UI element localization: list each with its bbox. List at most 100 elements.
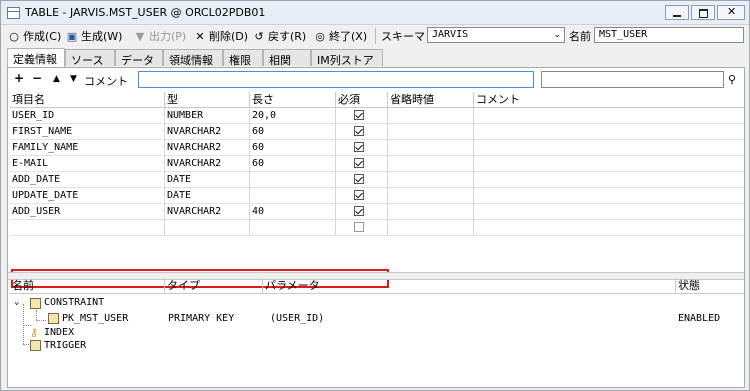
- cell-comment[interactable]: [474, 108, 744, 124]
- move-up-button[interactable]: ▲: [53, 74, 60, 84]
- binoculars-icon[interactable]: ⚲: [728, 73, 736, 86]
- tree-header-name[interactable]: 名前: [10, 278, 165, 294]
- col-header-name[interactable]: 項目名: [10, 92, 165, 108]
- cell-type[interactable]: NVARCHAR2: [165, 140, 250, 156]
- cell-default[interactable]: [388, 156, 474, 172]
- cell-default[interactable]: [388, 172, 474, 188]
- col-header-type[interactable]: 型: [165, 92, 250, 108]
- close-button[interactable]: ✕: [717, 5, 745, 20]
- comment-input[interactable]: [138, 71, 534, 88]
- cell-type[interactable]: [165, 220, 250, 236]
- add-column-button[interactable]: +: [14, 71, 24, 85]
- tab-source[interactable]: ソース: [65, 49, 115, 67]
- col-header-length[interactable]: 長さ: [250, 92, 336, 108]
- cell-type[interactable]: NUMBER: [165, 108, 250, 124]
- tab-correlation[interactable]: 相関: [263, 49, 311, 67]
- cell-length[interactable]: 60: [250, 124, 336, 140]
- cell-name[interactable]: ADD_DATE: [10, 172, 165, 188]
- tree-header-status[interactable]: 状態: [676, 278, 744, 294]
- up-arrow-icon: ▲: [53, 74, 60, 84]
- schema-select[interactable]: JARVIS ⌄: [427, 27, 565, 43]
- constraint-root-label[interactable]: CONSTRAINT: [44, 297, 104, 308]
- search-input[interactable]: [541, 71, 724, 88]
- cell-default[interactable]: [388, 140, 474, 156]
- cell-name[interactable]: [10, 220, 165, 236]
- cell-required: [336, 156, 388, 172]
- col-header-comment[interactable]: コメント: [474, 92, 744, 108]
- generate-button[interactable]: ▣ 生成(W): [65, 28, 123, 44]
- tree-header-params[interactable]: パラメータ: [263, 278, 676, 294]
- window-title: TABLE - JARVIS.MST_USER @ ORCL02PDB01: [25, 6, 266, 19]
- tab-data[interactable]: データ: [115, 49, 163, 67]
- tab-definition[interactable]: 定義情報: [7, 48, 65, 67]
- required-checkbox[interactable]: [354, 142, 364, 152]
- cell-comment[interactable]: [474, 172, 744, 188]
- cell-type[interactable]: NVARCHAR2: [165, 204, 250, 220]
- cell-comment[interactable]: [474, 156, 744, 172]
- required-checkbox[interactable]: [354, 190, 364, 200]
- cell-name[interactable]: FAMILY_NAME: [10, 140, 165, 156]
- required-checkbox[interactable]: [354, 126, 364, 136]
- cell-name[interactable]: UPDATE_DATE: [10, 188, 165, 204]
- required-checkbox[interactable]: [354, 110, 364, 120]
- table-name-field[interactable]: MST_USER: [594, 27, 744, 43]
- cell-length[interactable]: [250, 220, 336, 236]
- table-window: TABLE - JARVIS.MST_USER @ ORCL02PDB01 ✕ …: [0, 0, 750, 391]
- cell-length[interactable]: 60: [250, 156, 336, 172]
- required-checkbox[interactable]: [354, 222, 364, 232]
- cell-required: [336, 204, 388, 220]
- schema-label: スキーマ: [381, 30, 425, 43]
- column-controls: + − ▲ ▼ コメント ⚲: [8, 68, 744, 92]
- chevron-down-icon: ⌄: [553, 30, 561, 40]
- maximize-button[interactable]: [691, 5, 715, 20]
- output-button[interactable]: ▼ 出力(P): [133, 28, 186, 44]
- move-down-button[interactable]: ▼: [70, 74, 77, 84]
- cell-name[interactable]: ADD_USER: [10, 204, 165, 220]
- cell-comment[interactable]: [474, 140, 744, 156]
- cell-comment[interactable]: [474, 124, 744, 140]
- close-icon: ✕: [727, 5, 737, 18]
- cell-default[interactable]: [388, 204, 474, 220]
- col-header-required[interactable]: 必須: [336, 92, 388, 108]
- cell-length[interactable]: 40: [250, 204, 336, 220]
- cell-default[interactable]: [388, 124, 474, 140]
- back-button[interactable]: ↺ 戻す(R): [252, 28, 306, 44]
- cell-length[interactable]: 20,0: [250, 108, 336, 124]
- cell-length[interactable]: [250, 172, 336, 188]
- constraint-node[interactable]: ⌄: [14, 296, 19, 307]
- required-checkbox[interactable]: [354, 158, 364, 168]
- required-checkbox[interactable]: [354, 174, 364, 184]
- tree-header-type[interactable]: タイプ: [165, 278, 263, 294]
- cell-comment[interactable]: [474, 188, 744, 204]
- trigger-icon: [30, 340, 41, 351]
- cell-name[interactable]: E-MAIL: [10, 156, 165, 172]
- cell-comment[interactable]: [474, 204, 744, 220]
- cell-type[interactable]: DATE: [165, 188, 250, 204]
- cell-type[interactable]: DATE: [165, 172, 250, 188]
- create-button[interactable]: ○ 作成(C): [7, 28, 61, 44]
- minimize-button[interactable]: [665, 5, 689, 20]
- tab-privileges[interactable]: 権限: [223, 49, 263, 67]
- remove-column-button[interactable]: −: [32, 71, 42, 85]
- cell-comment[interactable]: [474, 220, 744, 236]
- cell-length[interactable]: 60: [250, 140, 336, 156]
- tab-storage[interactable]: 領域情報: [163, 49, 223, 67]
- cell-type[interactable]: NVARCHAR2: [165, 156, 250, 172]
- tab-im-column-store[interactable]: IM列ストア: [311, 49, 383, 67]
- trigger-node[interactable]: TRIGGER: [44, 340, 86, 351]
- cell-type[interactable]: NVARCHAR2: [165, 124, 250, 140]
- index-node[interactable]: INDEX: [44, 327, 74, 338]
- cell-default[interactable]: [388, 188, 474, 204]
- cell-length[interactable]: [250, 188, 336, 204]
- cell-name[interactable]: USER_ID: [10, 108, 165, 124]
- col-header-default[interactable]: 省略時値: [388, 92, 474, 108]
- pk-params: (USER_ID): [270, 313, 325, 324]
- cell-default[interactable]: [388, 220, 474, 236]
- cell-default[interactable]: [388, 108, 474, 124]
- exit-button[interactable]: ◎ 終了(X): [313, 28, 367, 44]
- pk-name[interactable]: PK_MST_USER: [62, 313, 128, 324]
- cell-name[interactable]: FIRST_NAME: [10, 124, 165, 140]
- definition-panel: + − ▲ ▼ コメント ⚲ 項目名 型 長さ 必須 省略時値 コメント USE…: [7, 67, 745, 388]
- required-checkbox[interactable]: [354, 206, 364, 216]
- delete-button[interactable]: ✕ 削除(D): [193, 28, 248, 44]
